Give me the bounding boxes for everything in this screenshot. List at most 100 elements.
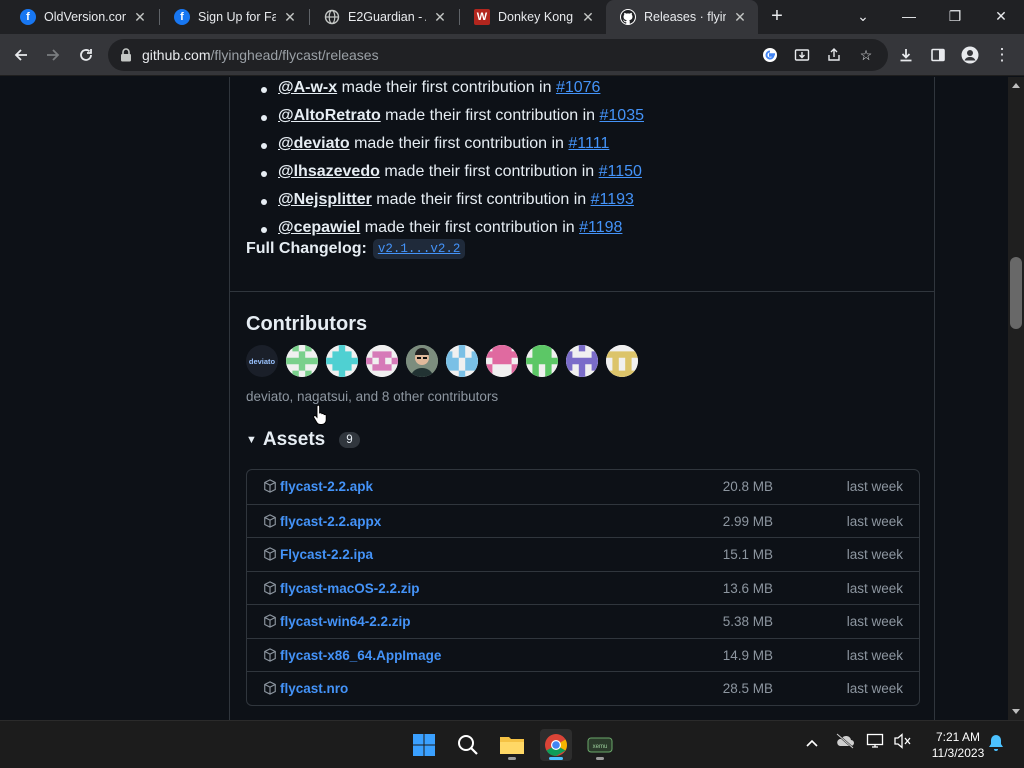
avatar[interactable] (326, 345, 358, 377)
avatar[interactable] (366, 345, 398, 377)
avatar[interactable] (286, 345, 318, 377)
share-icon[interactable] (824, 45, 844, 65)
user-link[interactable]: @Nejsplitter (278, 191, 372, 208)
asset-row: flycast-x86_64.AppImage 14.9 MB last wee… (247, 637, 919, 672)
user-link[interactable]: @deviato (278, 135, 350, 152)
changelog-compare-link[interactable]: v2.1...v2.2 (372, 239, 466, 259)
tab-title: Sign Up for Face (198, 10, 276, 24)
chrome-icon (545, 734, 567, 756)
install-app-icon[interactable] (792, 45, 812, 65)
list-item: @AltoRetrato made their first contributi… (261, 107, 645, 135)
tab-facebook-signup[interactable]: f Sign Up for Face ✕ (160, 0, 308, 34)
pr-link[interactable]: #1035 (600, 107, 645, 124)
pr-link[interactable]: #1198 (579, 219, 622, 236)
address-bar[interactable]: github.com/flyinghead/flycast/releases ☆ (108, 39, 888, 71)
assets-count-badge: 9 (339, 432, 360, 448)
package-icon (264, 479, 276, 493)
google-icon[interactable] (760, 45, 780, 65)
globe-icon (324, 9, 340, 25)
forward-button[interactable] (40, 42, 66, 68)
svg-text:xemu: xemu (593, 744, 608, 750)
scroll-thumb[interactable] (1010, 257, 1022, 329)
avatar[interactable] (406, 345, 438, 377)
close-icon[interactable]: ✕ (282, 9, 298, 26)
scroll-down-arrow-icon[interactable] (1012, 709, 1020, 714)
chrome-taskbar-button[interactable] (540, 729, 572, 761)
downloads-icon[interactable] (893, 42, 919, 68)
tab-donkey-kong[interactable]: W Donkey Kong Co ✕ (460, 0, 606, 34)
side-panel-icon[interactable] (925, 42, 951, 68)
assets-toggle[interactable]: ▼ Assets 9 (246, 429, 360, 451)
pr-link[interactable]: #1193 (591, 191, 634, 208)
xemu-taskbar-button[interactable]: xemu (584, 729, 616, 761)
github-icon (620, 9, 636, 25)
tab-search-icon[interactable]: ⌄ (840, 4, 886, 28)
menu-kebab-icon[interactable]: ⋮ (989, 42, 1015, 68)
close-icon[interactable]: ✕ (132, 9, 148, 26)
tray-overflow-chevron-icon[interactable] (805, 735, 819, 751)
user-link[interactable]: @A-w-x (278, 79, 337, 96)
avatar[interactable]: deviato (246, 345, 278, 377)
asset-date: last week (846, 479, 903, 494)
asset-link[interactable]: Flycast-2.2.ipa (280, 547, 373, 562)
onedrive-offline-icon[interactable] (835, 733, 855, 752)
pr-link[interactable]: #1111 (568, 135, 609, 152)
contributor-avatars: deviato (246, 345, 646, 377)
tab-strip: f OldVersion.com ✕ f Sign Up for Face ✕ … (0, 0, 1024, 34)
tab-oldversion[interactable]: f OldVersion.com ✕ (6, 0, 158, 34)
user-link[interactable]: @AltoRetrato (278, 107, 381, 124)
user-link[interactable]: @cepawiel (278, 219, 360, 236)
asset-link[interactable]: flycast-win64-2.2.zip (280, 614, 411, 629)
new-tab-button[interactable]: + (766, 6, 788, 28)
asset-link[interactable]: flycast-macOS-2.2.zip (280, 581, 420, 596)
asset-link[interactable]: flycast-2.2.apk (280, 479, 373, 494)
notifications-bell-icon[interactable] (988, 734, 1004, 755)
asset-date: last week (846, 547, 903, 562)
list-item: @A-w-x made their first contribution in … (261, 79, 644, 107)
package-icon (264, 547, 276, 561)
tab-title: Donkey Kong Co (498, 10, 574, 24)
file-explorer-button[interactable] (496, 729, 528, 761)
asset-date: last week (846, 681, 903, 696)
asset-link[interactable]: flycast-x86_64.AppImage (280, 648, 441, 663)
bookmark-star-icon[interactable]: ☆ (856, 45, 876, 65)
close-icon[interactable]: ✕ (580, 9, 596, 26)
avatar[interactable] (486, 345, 518, 377)
assets-list: flycast-2.2.apk 20.8 MB last week flycas… (246, 469, 920, 706)
user-link[interactable]: @lhsazevedo (278, 163, 380, 180)
asset-size: 14.9 MB (722, 647, 773, 663)
asset-date: last week (846, 647, 903, 663)
avatar[interactable] (606, 345, 638, 377)
reload-button[interactable] (73, 42, 99, 68)
lock-icon (121, 48, 131, 62)
asset-link[interactable]: flycast-2.2.appx (280, 514, 381, 529)
search-button[interactable] (452, 729, 484, 761)
contributors-summary[interactable]: deviato, nagatsui, and 8 other contribut… (246, 389, 498, 404)
tab-releases[interactable]: Releases · flying ✕ (606, 0, 758, 34)
package-icon (264, 513, 276, 528)
asset-link[interactable]: flycast.nro (280, 681, 348, 696)
asset-size: 28.5 MB (722, 681, 773, 696)
network-icon[interactable] (866, 733, 886, 752)
asset-row: flycast-macOS-2.2.zip 13.6 MB last week (247, 570, 919, 605)
close-icon[interactable]: ✕ (732, 9, 748, 26)
avatar[interactable] (446, 345, 478, 377)
avatar[interactable] (566, 345, 598, 377)
scroll-up-arrow-icon[interactable] (1012, 83, 1020, 88)
back-arrow-icon (14, 49, 27, 61)
volume-muted-icon[interactable] (894, 733, 912, 752)
restore-button[interactable]: ❐ (932, 4, 978, 28)
profile-icon[interactable] (957, 42, 983, 68)
pr-link[interactable]: #1076 (556, 79, 601, 96)
close-icon[interactable]: ✕ (432, 9, 448, 26)
tab-title: E2Guardian - Ac (348, 10, 426, 24)
avatar[interactable] (526, 345, 558, 377)
changelog-label: Full Changelog: (246, 240, 367, 257)
pr-link[interactable]: #1150 (599, 163, 642, 180)
start-button[interactable] (408, 729, 440, 761)
tab-e2guardian[interactable]: E2Guardian - Ac ✕ (310, 0, 458, 34)
back-button[interactable] (8, 42, 34, 68)
page-scrollbar[interactable] (1008, 77, 1024, 720)
minimize-button[interactable]: — (886, 4, 932, 28)
window-close-button[interactable]: ✕ (978, 4, 1024, 28)
